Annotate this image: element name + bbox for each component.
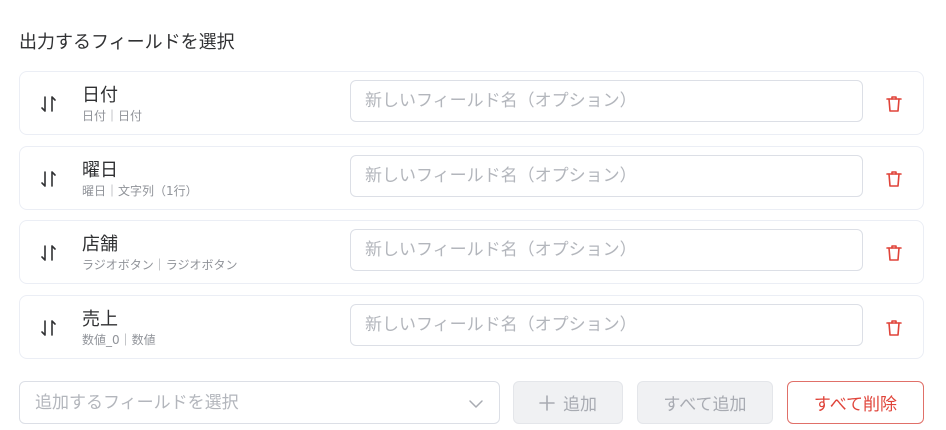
field-name: 売上 <box>82 308 118 330</box>
field-row: 売上 数値_0｜数値 <box>19 294 924 359</box>
field-name: 店舗 <box>82 234 118 255</box>
trash-icon <box>884 170 904 192</box>
plus-icon <box>539 394 555 411</box>
add-all-button[interactable]: すべて追加 <box>637 381 773 424</box>
field-name: 日付 <box>82 85 118 106</box>
trash-icon <box>884 96 904 117</box>
rename-field-input[interactable] <box>350 154 863 197</box>
field-meta: 日付｜日付 <box>82 109 143 123</box>
field-row: 日付 日付｜日付 <box>19 71 924 135</box>
delete-all-button-label: すべて削除 <box>813 395 898 415</box>
rename-field-input[interactable] <box>350 229 863 271</box>
field-row: 店舗 ラジオボタン｜ラジオボタン <box>19 220 924 284</box>
sort-arrows-icon[interactable] <box>39 318 59 338</box>
field-select-placeholder: 追加するフィールドを選択 <box>35 393 239 413</box>
sort-arrows-icon[interactable] <box>39 169 59 189</box>
sort-arrows-icon[interactable] <box>39 243 59 263</box>
section-title: 出力するフィールドを選択 <box>19 32 235 53</box>
chevron-down-icon <box>468 396 484 412</box>
delete-field-button[interactable] <box>884 169 904 189</box>
field-list: 日付 日付｜日付 曜日 曜日｜文字列（1行） <box>19 71 924 369</box>
sort-arrows-icon[interactable] <box>39 94 59 114</box>
rename-field-input[interactable] <box>350 80 863 122</box>
trash-icon <box>884 319 904 341</box>
field-meta: 曜日｜文字列（1行） <box>82 183 198 198</box>
delete-field-button[interactable] <box>884 94 904 114</box>
trash-icon <box>884 245 904 266</box>
rename-field-input[interactable] <box>350 303 863 346</box>
delete-all-button[interactable]: すべて削除 <box>787 381 924 424</box>
field-meta: 数値_0｜数値 <box>82 332 156 347</box>
field-meta: ラジオボタン｜ラジオボタン <box>82 258 238 272</box>
add-all-button-label: すべて追加 <box>663 395 747 415</box>
field-name: 曜日 <box>82 159 118 181</box>
field-row: 曜日 曜日｜文字列（1行） <box>19 145 924 210</box>
delete-field-button[interactable] <box>884 243 904 263</box>
add-button-label: 追加 <box>563 395 597 415</box>
delete-field-button[interactable] <box>884 318 904 338</box>
field-select-dropdown[interactable]: 追加するフィールドを選択 <box>19 381 500 424</box>
add-field-bar: 追加するフィールドを選択 追加 すべて追加 すべて削除 <box>19 381 924 424</box>
add-button[interactable]: 追加 <box>513 381 623 424</box>
